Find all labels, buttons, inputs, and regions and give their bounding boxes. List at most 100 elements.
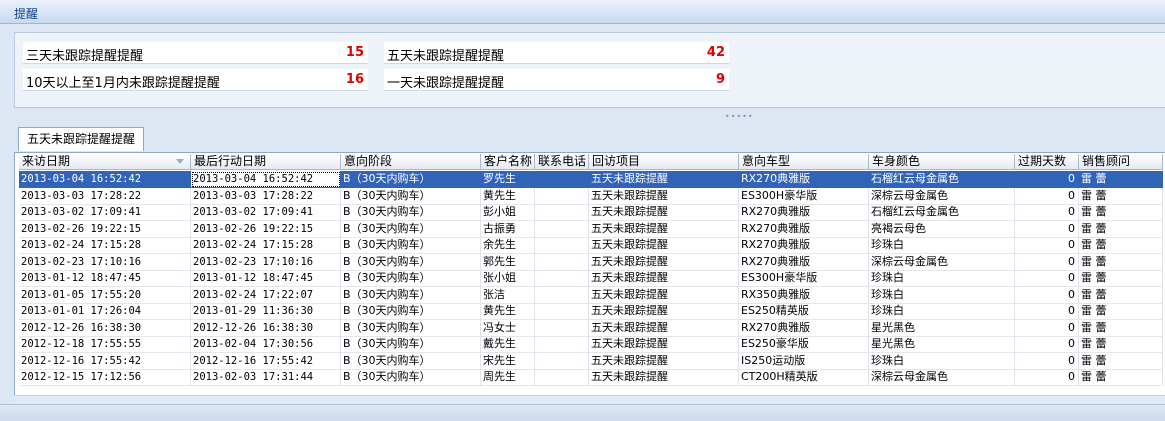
column-header-intent-model[interactable]: 意向车型 — [739, 154, 869, 170]
cell-last-action-date: 2013-03-02 17:09:41 — [191, 204, 341, 221]
cell-phone — [535, 220, 589, 238]
cell-overdue-days: 0 — [1015, 171, 1079, 188]
column-header-label: 意向阶段 — [344, 154, 393, 168]
table-row[interactable]: 2013-02-24 17:15:28 2013-02-24 17:15:28 B（… — [19, 237, 1163, 254]
cell-intent-model: CT200H精英版 — [739, 369, 869, 386]
cell-sales-advisor: 雷 蕾 — [1079, 286, 1163, 304]
cell-followup-item: 五天未跟踪提醒 — [589, 204, 739, 221]
cell-phone — [535, 253, 589, 271]
cell-customer-name: 周先生 — [481, 369, 535, 386]
tab-five-day-reminder[interactable]: 五天未跟踪提醒提醒 — [18, 127, 145, 151]
cell-followup-item: 五天未跟踪提醒 — [589, 237, 739, 254]
cell-overdue-days: 0 — [1015, 270, 1079, 287]
table-row[interactable]: 2013-02-26 19:22:15 2013-02-26 19:22:15 B（… — [19, 220, 1163, 238]
cell-followup-item: 五天未跟踪提醒 — [589, 336, 739, 353]
cell-body-color: 星光黑色 — [869, 319, 1015, 337]
cell-intent-model: RX270典雅版 — [739, 319, 869, 337]
reminder-grid: 来访日期 最后行动日期 意向阶段 客户名称 联系电话 回访项目 意向车型 车身颜色 过期天数 销售… — [14, 152, 1165, 396]
cell-body-color: 深棕云母金属色 — [869, 187, 1015, 205]
cell-customer-name: 罗先生 — [481, 171, 535, 188]
summary-three-day[interactable]: 三天未跟踪提醒提醒 15 — [23, 42, 368, 64]
cell-intent-stage: B（30天内购车） — [341, 352, 481, 370]
cell-followup-item: 五天未跟踪提醒 — [589, 303, 739, 320]
cell-intent-stage: B（30天内购车） — [341, 253, 481, 271]
cell-body-color: 亮褐云母色 — [869, 220, 1015, 238]
window-title-bar: 提醒 — [0, 0, 1165, 24]
cell-last-action-date: 2013-03-04 16:52:42 — [191, 171, 341, 188]
column-header-label: 销售顾问 — [1082, 154, 1131, 168]
cell-body-color: 珍珠白 — [869, 237, 1015, 254]
table-row[interactable]: 2013-03-03 17:28:22 2013-03-03 17:28:22 B（… — [19, 187, 1163, 205]
cell-last-action-date: 2012-12-26 16:38:30 — [191, 319, 341, 337]
table-row[interactable]: 2013-03-02 17:09:41 2013-03-02 17:09:41 B（… — [19, 204, 1163, 221]
cell-intent-model: ES250豪华版 — [739, 336, 869, 353]
cell-body-color: 星光黑色 — [869, 336, 1015, 353]
cell-last-action-date: 2013-01-12 18:47:45 — [191, 270, 341, 287]
cell-visit-date: 2012-12-26 16:38:30 — [19, 319, 191, 337]
status-bar — [0, 404, 1165, 421]
cell-intent-model: ES300H豪华版 — [739, 270, 869, 287]
cell-intent-stage: B（30天内购车） — [341, 237, 481, 254]
cell-body-color: 珍珠白 — [869, 270, 1015, 287]
column-header-label: 回访项目 — [592, 154, 641, 168]
table-row[interactable]: 2012-12-18 17:55:55 2013-02-04 17:30:56 B（… — [19, 336, 1163, 353]
cell-sales-advisor: 雷 蕾 — [1079, 270, 1163, 287]
column-header-overdue-days[interactable]: 过期天数 — [1015, 154, 1079, 170]
column-header-customer-name[interactable]: 客户名称 — [481, 154, 535, 170]
column-header-label: 过期天数 — [1018, 154, 1067, 168]
cell-sales-advisor: 雷 蕾 — [1079, 204, 1163, 221]
cell-followup-item: 五天未跟踪提醒 — [589, 286, 739, 304]
table-row[interactable]: 2013-03-04 16:52:42 2013-03-04 16:52:42 B（… — [19, 171, 1163, 188]
horizontal-scrollbar[interactable] — [14, 395, 1165, 404]
cell-intent-stage: B（30天内购车） — [341, 303, 481, 320]
summary-label: 一天未跟踪提醒提醒 — [387, 76, 505, 91]
summary-five-day[interactable]: 五天未跟踪提醒提醒 42 — [384, 42, 729, 64]
cell-customer-name: 宋先生 — [481, 352, 535, 370]
tab-strip: 五天未跟踪提醒提醒 — [14, 125, 1165, 153]
panel-splitter[interactable]: ••••• — [0, 110, 1165, 121]
table-row[interactable]: 2012-12-26 16:38:30 2012-12-26 16:38:30 B（… — [19, 319, 1163, 337]
cell-intent-stage: B（30天内购车） — [341, 187, 481, 205]
table-row[interactable]: 2012-12-16 17:55:42 2012-12-16 17:55:42 B（… — [19, 352, 1163, 370]
column-header-last-action-date[interactable]: 最后行动日期 — [191, 154, 341, 170]
table-row[interactable]: 2013-01-12 18:47:45 2013-01-12 18:47:45 B（… — [19, 270, 1163, 287]
cell-overdue-days: 0 — [1015, 286, 1079, 304]
cell-visit-date: 2013-03-03 17:28:22 — [19, 187, 191, 205]
table-row[interactable]: 2013-01-05 17:55:20 2013-02-24 17:22:07 B（… — [19, 286, 1163, 304]
summary-one-day[interactable]: 一天未跟踪提醒提醒 9 — [384, 69, 729, 91]
table-row[interactable]: 2013-02-23 17:10:16 2013-02-23 17:10:16 B（… — [19, 253, 1163, 271]
table-row[interactable]: 2013-01-01 17:26:04 2013-01-29 11:36:30 B（… — [19, 303, 1163, 320]
cell-intent-model: RX350典雅版 — [739, 286, 869, 304]
cell-body-color: 珍珠白 — [869, 303, 1015, 320]
cell-visit-date: 2012-12-18 17:55:55 — [19, 336, 191, 353]
column-header-label: 最后行动日期 — [194, 154, 267, 168]
cell-customer-name: 戴先生 — [481, 336, 535, 353]
summary-count: 42 — [706, 45, 725, 60]
splitter-grip-icon: ••••• — [725, 112, 754, 121]
cell-followup-item: 五天未跟踪提醒 — [589, 253, 739, 271]
cell-intent-stage: B（30天内购车） — [341, 336, 481, 353]
cell-intent-model: RX270典雅版 — [739, 204, 869, 221]
cell-sales-advisor: 雷 蕾 — [1079, 336, 1163, 353]
column-header-visit-date[interactable]: 来访日期 — [19, 154, 191, 170]
cell-intent-stage: B（30天内购车） — [341, 270, 481, 287]
cell-sales-advisor: 雷 蕾 — [1079, 171, 1163, 188]
grid-header: 来访日期 最后行动日期 意向阶段 客户名称 联系电话 回访项目 意向车型 车身颜色 过期天数 销售… — [19, 154, 1163, 170]
cell-overdue-days: 0 — [1015, 220, 1079, 238]
cell-last-action-date: 2013-02-23 17:10:16 — [191, 253, 341, 271]
column-header-intent-stage[interactable]: 意向阶段 — [341, 154, 481, 170]
cell-intent-stage: B（30天内购车） — [341, 319, 481, 337]
column-header-body-color[interactable]: 车身颜色 — [869, 154, 1015, 170]
column-header-phone[interactable]: 联系电话 — [535, 154, 589, 170]
cell-followup-item: 五天未跟踪提醒 — [589, 319, 739, 337]
cell-phone — [535, 319, 589, 337]
cell-followup-item: 五天未跟踪提醒 — [589, 352, 739, 370]
summary-ten-day-to-month[interactable]: 10天以上至1月内未跟踪提醒提醒 16 — [23, 69, 368, 91]
cell-sales-advisor: 雷 蕾 — [1079, 352, 1163, 370]
column-header-followup-item[interactable]: 回访项目 — [589, 154, 739, 170]
column-header-sales-advisor[interactable]: 销售顾问 — [1079, 154, 1163, 170]
cell-customer-name: 黄先生 — [481, 187, 535, 205]
cell-followup-item: 五天未跟踪提醒 — [589, 171, 739, 188]
table-row[interactable]: 2012-12-15 17:12:56 2013-02-03 17:31:44 B（… — [19, 369, 1163, 386]
cell-intent-model: IS250运动版 — [739, 352, 869, 370]
